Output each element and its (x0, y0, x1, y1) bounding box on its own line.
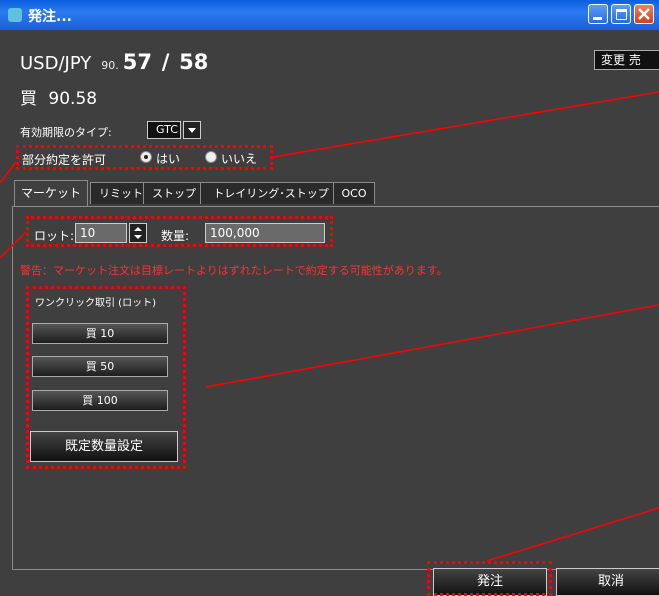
annotation-lines (0, 91, 659, 562)
annotation-line (0, 231, 27, 259)
annotation-line (205, 304, 659, 388)
order-dialog: 発注... USD/JPY 90. 57 / 58 変更 売 買 90.58 有効期… (0, 0, 659, 596)
annotation-line (272, 91, 659, 158)
annotation-line (0, 161, 17, 184)
annotation-line (486, 507, 659, 562)
